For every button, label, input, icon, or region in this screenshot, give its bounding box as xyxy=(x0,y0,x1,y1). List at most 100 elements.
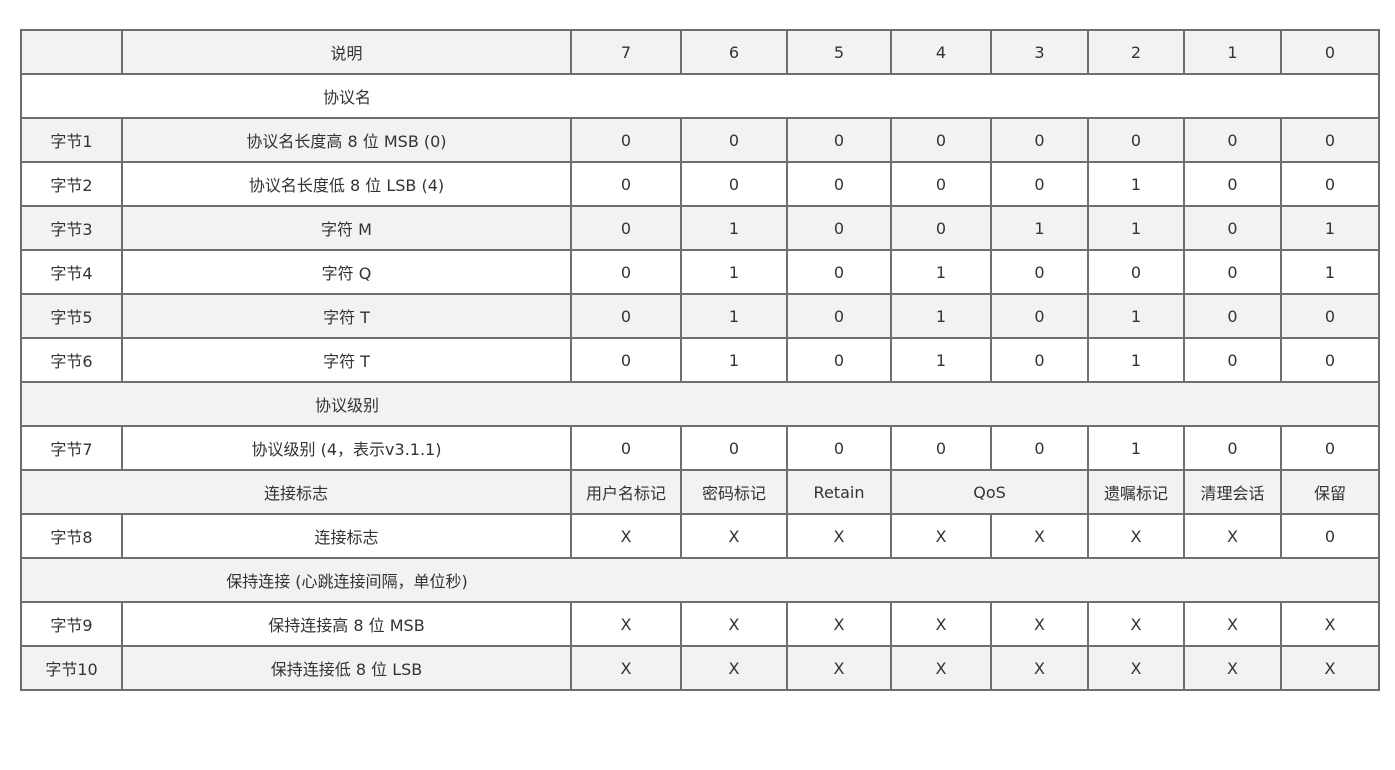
row-description: 字符 M xyxy=(121,205,572,251)
byte-label: 字节4 xyxy=(20,249,123,295)
section-row-protocol-level: 协议级别 xyxy=(20,381,1380,427)
row-description: 字符 T xyxy=(121,337,572,383)
bit-cell: 0 xyxy=(680,161,788,207)
bit-cell: X xyxy=(1087,513,1185,559)
bit-cell: 0 xyxy=(680,425,788,471)
bit-cell: X xyxy=(786,645,892,691)
bit-cell: 0 xyxy=(570,117,682,163)
header-bit-6: 6 xyxy=(680,29,788,75)
flag-label-qos: QoS xyxy=(890,469,1089,515)
bit-cell: 0 xyxy=(786,337,892,383)
flag-label-reserved: 保留 xyxy=(1280,469,1380,515)
byte-label: 字节8 xyxy=(20,513,123,559)
table-row: 字节3 字符 M 0 1 0 0 1 1 0 1 xyxy=(20,205,1380,251)
bit-cell: 1 xyxy=(1087,161,1185,207)
bit-cell: X xyxy=(1087,601,1185,647)
bit-cell: 1 xyxy=(990,205,1089,251)
bit-cell: 0 xyxy=(1183,161,1282,207)
header-bit-5: 5 xyxy=(786,29,892,75)
bit-cell: X xyxy=(990,513,1089,559)
row-description: 连接标志 xyxy=(121,513,572,559)
bit-cell: X xyxy=(786,513,892,559)
bit-cell: 1 xyxy=(890,249,992,295)
section-title-cell: 协议名 xyxy=(20,73,1380,119)
mqtt-connect-variable-header-table: 说明 7 6 5 4 3 2 1 0 协议名 字节1 协议名长度高 8 位 MS… xyxy=(20,29,1380,691)
row-description: 协议名长度低 8 位 LSB (4) xyxy=(121,161,572,207)
bit-cell: 0 xyxy=(570,293,682,339)
bit-cell: 0 xyxy=(786,117,892,163)
bit-cell: X xyxy=(570,601,682,647)
byte-label: 字节10 xyxy=(20,645,123,691)
bit-cell: X xyxy=(1280,645,1380,691)
byte-label: 字节7 xyxy=(20,425,123,471)
bit-cell: 1 xyxy=(680,249,788,295)
table-row: 字节7 协议级别 (4，表示v3.1.1) 0 0 0 0 0 1 0 0 xyxy=(20,425,1380,471)
bit-cell: 0 xyxy=(990,117,1089,163)
bit-cell: 1 xyxy=(680,337,788,383)
header-bit-1: 1 xyxy=(1183,29,1282,75)
section-row-protocol-name: 协议名 xyxy=(20,73,1380,119)
byte-label: 字节6 xyxy=(20,337,123,383)
byte-label: 字节5 xyxy=(20,293,123,339)
bit-cell: 1 xyxy=(890,293,992,339)
section-title: 保持连接 (心跳连接间隔，单位秒) xyxy=(226,572,468,591)
bit-cell: X xyxy=(1183,601,1282,647)
bit-cell: X xyxy=(680,601,788,647)
bit-cell: 0 xyxy=(680,117,788,163)
header-bit-4: 4 xyxy=(890,29,992,75)
bit-cell: 0 xyxy=(570,205,682,251)
bit-cell: 0 xyxy=(1183,425,1282,471)
bit-cell: 0 xyxy=(786,293,892,339)
bit-cell: 0 xyxy=(786,205,892,251)
bit-cell: X xyxy=(680,513,788,559)
section-title: 协议级别 xyxy=(314,396,379,415)
bit-cell: 0 xyxy=(1183,205,1282,251)
bit-cell: 0 xyxy=(1280,337,1380,383)
byte-label: 字节9 xyxy=(20,601,123,647)
bit-cell: X xyxy=(1280,601,1380,647)
header-byte-cell xyxy=(20,29,123,75)
byte-label: 字节1 xyxy=(20,117,123,163)
bit-cell: 1 xyxy=(1087,205,1185,251)
bit-cell: 0 xyxy=(1280,513,1380,559)
bit-cell: 0 xyxy=(990,337,1089,383)
bit-cell: X xyxy=(890,601,992,647)
bit-cell: 0 xyxy=(570,337,682,383)
bit-cell: 1 xyxy=(1087,293,1185,339)
bit-cell: 0 xyxy=(570,249,682,295)
bit-cell: 0 xyxy=(990,293,1089,339)
table-row: 字节2 协议名长度低 8 位 LSB (4) 0 0 0 0 0 1 0 0 xyxy=(20,161,1380,207)
byte-label: 字节3 xyxy=(20,205,123,251)
header-bit-7: 7 xyxy=(570,29,682,75)
bit-cell: 0 xyxy=(1087,117,1185,163)
header-bit-0: 0 xyxy=(1280,29,1380,75)
bit-cell: 0 xyxy=(786,249,892,295)
table-row: 字节6 字符 T 0 1 0 1 0 1 0 0 xyxy=(20,337,1380,383)
bit-cell: X xyxy=(570,645,682,691)
bit-cell: 0 xyxy=(990,425,1089,471)
row-description: 协议名长度高 8 位 MSB (0) xyxy=(121,117,572,163)
header-bit-2: 2 xyxy=(1087,29,1185,75)
table-row: 字节5 字符 T 0 1 0 1 0 1 0 0 xyxy=(20,293,1380,339)
section-title: 协议名 xyxy=(322,88,371,107)
flag-label-clean-session: 清理会话 xyxy=(1183,469,1282,515)
bit-cell: 0 xyxy=(570,425,682,471)
bit-cell: 1 xyxy=(890,337,992,383)
bit-cell: 0 xyxy=(1280,161,1380,207)
bit-cell: 0 xyxy=(570,161,682,207)
section-row-connect-flags: 连接标志 用户名标记 密码标记 Retain QoS 遗嘱标记 清理会话 保留 xyxy=(20,469,1380,515)
row-description: 保持连接低 8 位 LSB xyxy=(121,645,572,691)
byte-label: 字节2 xyxy=(20,161,123,207)
bit-cell: 0 xyxy=(990,161,1089,207)
flag-label-username: 用户名标记 xyxy=(570,469,682,515)
bit-cell: 0 xyxy=(1280,117,1380,163)
bit-cell: 0 xyxy=(1183,293,1282,339)
bit-cell: 0 xyxy=(1183,337,1282,383)
bit-cell: X xyxy=(990,601,1089,647)
table-header-row: 说明 7 6 5 4 3 2 1 0 xyxy=(20,29,1380,75)
bit-cell: X xyxy=(570,513,682,559)
row-description: 字符 Q xyxy=(121,249,572,295)
bit-cell: X xyxy=(1087,645,1185,691)
section-title-cell: 协议级别 xyxy=(20,381,1380,427)
row-description: 保持连接高 8 位 MSB xyxy=(121,601,572,647)
